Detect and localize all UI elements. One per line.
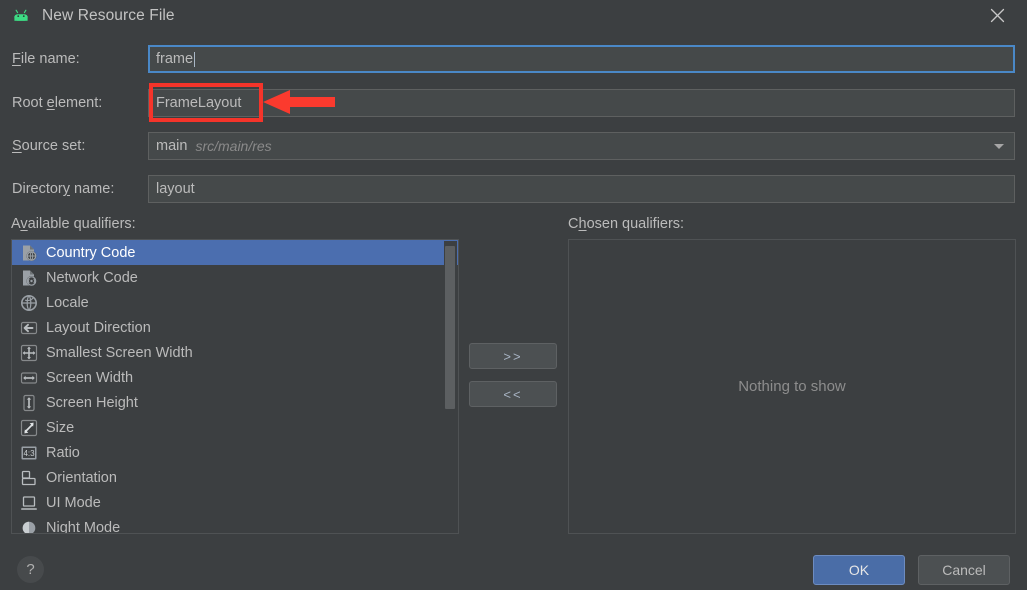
list-item[interactable]: Screen Height: [12, 390, 458, 415]
svg-text:4:3: 4:3: [23, 449, 35, 458]
text-caret: [194, 51, 196, 67]
list-item[interactable]: Locale: [12, 290, 458, 315]
directory-name-input[interactable]: layout: [148, 175, 1015, 203]
root-element-input[interactable]: FrameLayout: [148, 89, 1015, 117]
ui-mode-icon: [20, 494, 38, 512]
ok-button[interactable]: OK: [813, 555, 905, 585]
root-element-label: Root element:: [12, 95, 103, 111]
arrow-vertical-icon: [20, 394, 38, 412]
list-item[interactable]: 4:3 Ratio: [12, 440, 458, 465]
root-element-value: FrameLayout: [156, 95, 242, 111]
network-code-icon: [20, 269, 38, 287]
list-item-label: Ratio: [46, 444, 80, 461]
orientation-icon: [20, 469, 38, 487]
list-item[interactable]: Network Code: [12, 265, 458, 290]
field-row-root-element: Root element: FrameLayout: [0, 89, 1027, 117]
list-item-label: UI Mode: [46, 494, 101, 511]
list-item[interactable]: Screen Width: [12, 365, 458, 390]
list-item[interactable]: Orientation: [12, 465, 458, 490]
scrollbar-thumb[interactable]: [445, 246, 455, 409]
country-code-icon: [20, 244, 38, 262]
field-row-source-set: Source set: main src/main/res: [0, 132, 1027, 160]
available-qualifiers-list[interactable]: Country Code Network Code Locale Layout …: [11, 239, 459, 534]
help-button[interactable]: ?: [17, 556, 44, 583]
dialog-title: New Resource File: [42, 6, 175, 24]
list-item[interactable]: UI Mode: [12, 490, 458, 515]
list-item-label: Smallest Screen Width: [46, 344, 193, 361]
file-name-label: File name:: [12, 51, 80, 67]
list-item[interactable]: Night Mode: [12, 515, 458, 534]
android-robot-icon: [11, 6, 31, 26]
arrow-left-icon: [20, 319, 38, 337]
directory-name-label: Directory name:: [12, 181, 115, 197]
file-name-value: frame: [156, 51, 194, 67]
list-item-label: Orientation: [46, 469, 117, 486]
source-set-path-hint: src/main/res: [195, 138, 272, 154]
list-item[interactable]: Size: [12, 415, 458, 440]
file-name-input[interactable]: frame: [148, 45, 1015, 73]
list-item[interactable]: Layout Direction: [12, 315, 458, 340]
ratio-icon: 4:3: [20, 444, 38, 462]
list-item-label: Screen Height: [46, 394, 138, 411]
list-item[interactable]: Country Code: [12, 240, 458, 265]
chosen-qualifiers-list[interactable]: Nothing to show: [568, 239, 1016, 534]
chosen-qualifiers-label: Chosen qualifiers:: [568, 216, 685, 232]
list-item[interactable]: Smallest Screen Width: [12, 340, 458, 365]
globe-icon: [20, 294, 38, 312]
arrow-horizontal-icon: [20, 369, 38, 387]
list-item-label: Layout Direction: [46, 319, 151, 336]
list-item-label: Network Code: [46, 269, 138, 286]
close-icon[interactable]: [975, 0, 1019, 31]
nothing-to-show-text: Nothing to show: [738, 378, 846, 395]
available-qualifiers-label: Available qualifiers:: [11, 216, 136, 232]
remove-qualifier-button[interactable]: <<: [469, 381, 557, 407]
available-list-scrollbar[interactable]: [444, 241, 457, 533]
source-set-combobox[interactable]: main src/main/res: [148, 132, 1015, 160]
list-item-label: Night Mode: [46, 519, 121, 534]
chevron-down-icon[interactable]: [994, 144, 1004, 149]
add-qualifier-button[interactable]: >>: [469, 343, 557, 369]
field-row-file-name: File name: frame: [0, 45, 1027, 73]
source-set-label: Source set:: [12, 138, 86, 154]
list-item-label: Size: [46, 419, 75, 436]
cancel-button[interactable]: Cancel: [918, 555, 1010, 585]
night-mode-icon: [20, 519, 38, 533]
list-item-label: Country Code: [46, 244, 136, 261]
field-row-directory-name: Directory name: layout: [0, 175, 1027, 203]
four-arrows-icon: [20, 344, 38, 362]
dialog-titlebar: New Resource File: [0, 0, 1027, 31]
list-item-label: Screen Width: [46, 369, 134, 386]
diagonal-arrow-icon: [20, 419, 38, 437]
source-set-value: main: [156, 138, 188, 154]
list-item-label: Locale: [46, 294, 89, 311]
directory-name-value: layout: [156, 181, 195, 197]
